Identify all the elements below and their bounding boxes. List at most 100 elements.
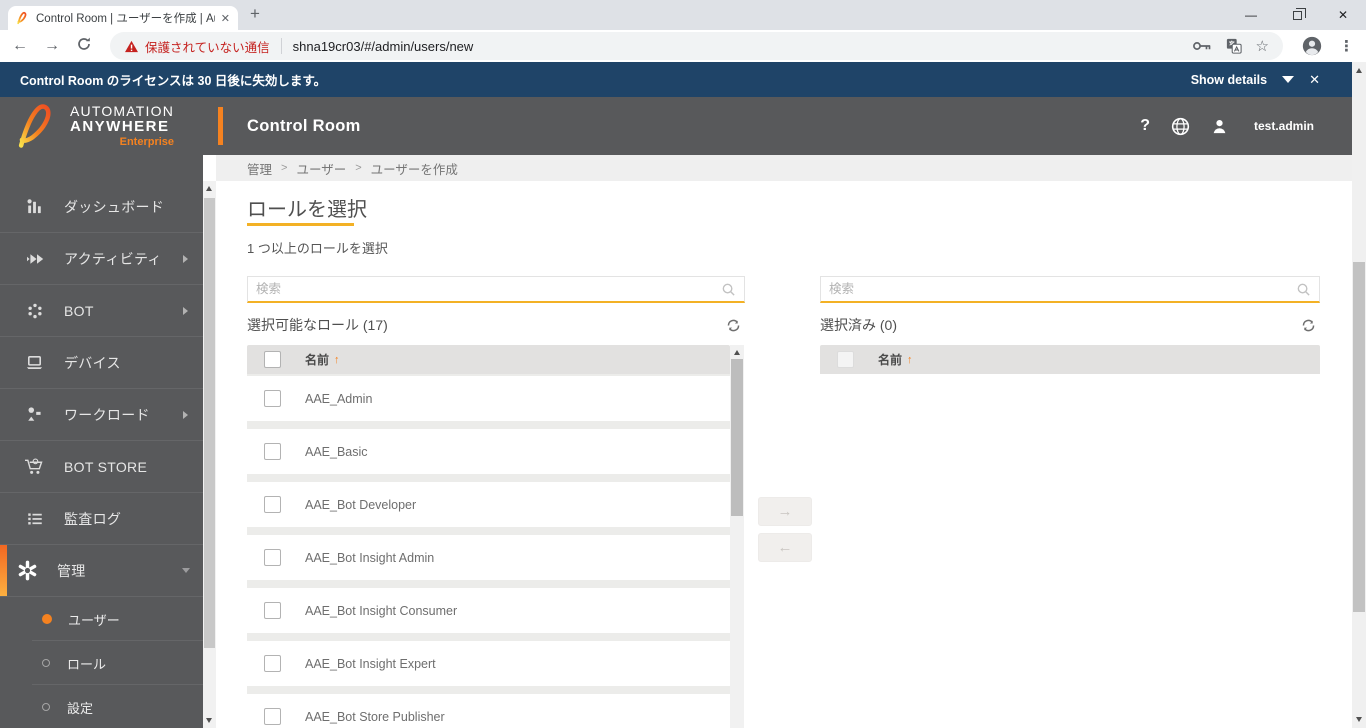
sort-ascending-icon[interactable]: ↑ [907, 354, 913, 366]
app-header: AUTOMATION ANYWHERE Enterprise Control R… [0, 97, 1366, 155]
forward-button[interactable]: → [44, 38, 60, 54]
sidebar-top-spacer [0, 155, 203, 181]
search-icon [722, 283, 735, 296]
sidebar-item-dashboard[interactable]: ダッシュボード [0, 181, 203, 233]
devices-icon [23, 353, 46, 372]
role-row[interactable]: AAE_Basic [247, 429, 730, 474]
role-row[interactable]: AAE_Admin [247, 376, 730, 421]
workload-icon [23, 405, 46, 424]
scrollbar-thumb[interactable] [731, 359, 743, 516]
role-row[interactable]: AAE_Bot Store Publisher [247, 694, 730, 728]
translate-icon[interactable] [1226, 38, 1242, 54]
show-details-link[interactable]: Show details [1191, 73, 1267, 87]
restore-button[interactable] [1274, 0, 1320, 30]
role-row[interactable]: AAE_Bot Insight Admin [247, 535, 730, 580]
license-banner-text: Control Room のライセンスは 30 日後に失効します。 [20, 74, 327, 88]
password-key-icon[interactable] [1192, 40, 1212, 52]
main-content: ロールを選択 1 つ以上のロールを選択 選択可能なロール (17) 名前 ↑ [216, 181, 1366, 728]
sidebar-item-bot-store[interactable]: BOT STORE [0, 441, 203, 493]
show-details-caret-icon[interactable] [1282, 76, 1295, 83]
role-row[interactable]: AAE_Bot Insight Consumer [247, 588, 730, 633]
logo-line2: ANYWHERE [70, 117, 170, 135]
selected-panel-header: 選択済み (0) [820, 313, 1320, 337]
role-row[interactable]: AAE_Bot Developer [247, 482, 730, 527]
sidebar-item-audit-log[interactable]: 監査ログ [0, 493, 203, 545]
page-subtitle: 1 つ以上のロールを選択 [247, 241, 388, 256]
role-checkbox[interactable] [264, 549, 281, 566]
dashboard-icon [23, 197, 46, 216]
browser-toolbar: ← → 保護されていない通信 shna19cr03/#/admin/users/… [0, 30, 1366, 62]
globe-icon[interactable] [1171, 117, 1190, 136]
scroll-up-arrow-icon[interactable] [733, 350, 740, 355]
sidebar-subitem-users[interactable]: ユーザー [0, 597, 203, 641]
user-icon[interactable] [1211, 118, 1228, 135]
browser-tab[interactable]: Control Room | ユーザーを作成 | Au ✕ [8, 6, 238, 30]
sidebar-scrollbar[interactable] [203, 181, 216, 728]
breadcrumb-item-users[interactable]: ユーザー [296, 159, 346, 178]
tab-close-icon[interactable]: ✕ [221, 12, 230, 25]
column-header-name[interactable]: 名前 [878, 351, 902, 368]
role-checkbox[interactable] [264, 390, 281, 407]
bookmark-star-icon[interactable]: ☆ [1256, 37, 1269, 55]
select-all-checkbox[interactable] [264, 351, 281, 368]
sidebar-item-admin[interactable]: 管理 [0, 545, 203, 597]
address-bar[interactable]: 保護されていない通信 shna19cr03/#/admin/users/new … [110, 32, 1283, 60]
available-search-box[interactable] [247, 276, 745, 303]
reload-button[interactable] [76, 36, 92, 56]
available-search-input[interactable] [256, 282, 721, 296]
selected-title: 選択済み (0) [820, 317, 897, 333]
minimize-button[interactable]: — [1228, 0, 1274, 30]
sidebar-item-devices[interactable]: デバイス [0, 337, 203, 389]
sidebar-item-workload[interactable]: ワークロード [0, 389, 203, 441]
banner-close-icon[interactable]: ✕ [1309, 72, 1320, 88]
bullet-icon [42, 659, 50, 667]
role-checkbox[interactable] [264, 655, 281, 672]
search-icon [1297, 283, 1310, 296]
activity-icon [23, 249, 46, 269]
scrollbar-thumb[interactable] [1353, 262, 1365, 612]
column-header-name[interactable]: 名前 [305, 351, 329, 368]
browser-menu-icon[interactable]: ⋮ [1339, 37, 1354, 55]
new-tab-button[interactable]: + [250, 4, 260, 24]
scroll-up-arrow-icon[interactable] [1355, 68, 1362, 73]
role-checkbox[interactable] [264, 602, 281, 619]
sidebar-item-activity[interactable]: アクティビティ [0, 233, 203, 285]
window-controls: — ✕ [1228, 0, 1366, 30]
move-right-button[interactable]: → [758, 497, 812, 526]
role-checkbox[interactable] [264, 443, 281, 460]
sort-ascending-icon[interactable]: ↑ [334, 354, 340, 366]
available-panel-header: 選択可能なロール (17) [247, 313, 745, 337]
page-scrollbar[interactable] [1352, 62, 1366, 728]
url-text[interactable]: shna19cr03/#/admin/users/new [293, 39, 1178, 54]
close-window-button[interactable]: ✕ [1320, 0, 1366, 30]
scroll-down-arrow-icon[interactable] [1355, 717, 1362, 722]
sidebar-nav: ダッシュボード アクティビティ BOT デバイス ワークロード BOT STOR… [0, 181, 203, 728]
help-icon[interactable]: ? [1140, 117, 1150, 135]
role-row[interactable]: AAE_Bot Insight Expert [247, 641, 730, 686]
role-checkbox[interactable] [264, 708, 281, 725]
header-accent-bar [218, 107, 223, 145]
logo-swoosh-icon [18, 104, 51, 148]
profile-avatar[interactable] [1301, 35, 1323, 57]
chevron-down-icon [182, 568, 190, 573]
selected-search-input[interactable] [829, 282, 1296, 296]
refresh-icon[interactable] [1301, 318, 1316, 333]
username-label[interactable]: test.admin [1254, 119, 1314, 133]
sidebar-subitem-settings[interactable]: 設定 [0, 685, 203, 728]
back-button[interactable]: ← [12, 38, 28, 54]
bot-icon [23, 302, 46, 320]
role-checkbox[interactable] [264, 496, 281, 513]
scroll-up-arrow-icon[interactable] [206, 186, 212, 191]
available-list-scrollbar[interactable] [730, 345, 744, 728]
move-left-button[interactable]: ← [758, 533, 812, 562]
license-banner: Control Room のライセンスは 30 日後に失効します。 Show d… [0, 62, 1366, 97]
breadcrumb-item-admin[interactable]: 管理 [247, 159, 272, 178]
scrollbar-thumb[interactable] [204, 198, 215, 648]
sidebar-item-bot[interactable]: BOT [0, 285, 203, 337]
refresh-icon[interactable] [726, 318, 741, 333]
selected-search-box[interactable] [820, 276, 1320, 303]
breadcrumb-row: 管理 > ユーザー > ユーザーを作成 [0, 155, 1366, 181]
app-title: Control Room [247, 116, 361, 135]
sidebar-subitem-roles[interactable]: ロール [0, 641, 203, 685]
scroll-down-arrow-icon[interactable] [206, 718, 212, 723]
